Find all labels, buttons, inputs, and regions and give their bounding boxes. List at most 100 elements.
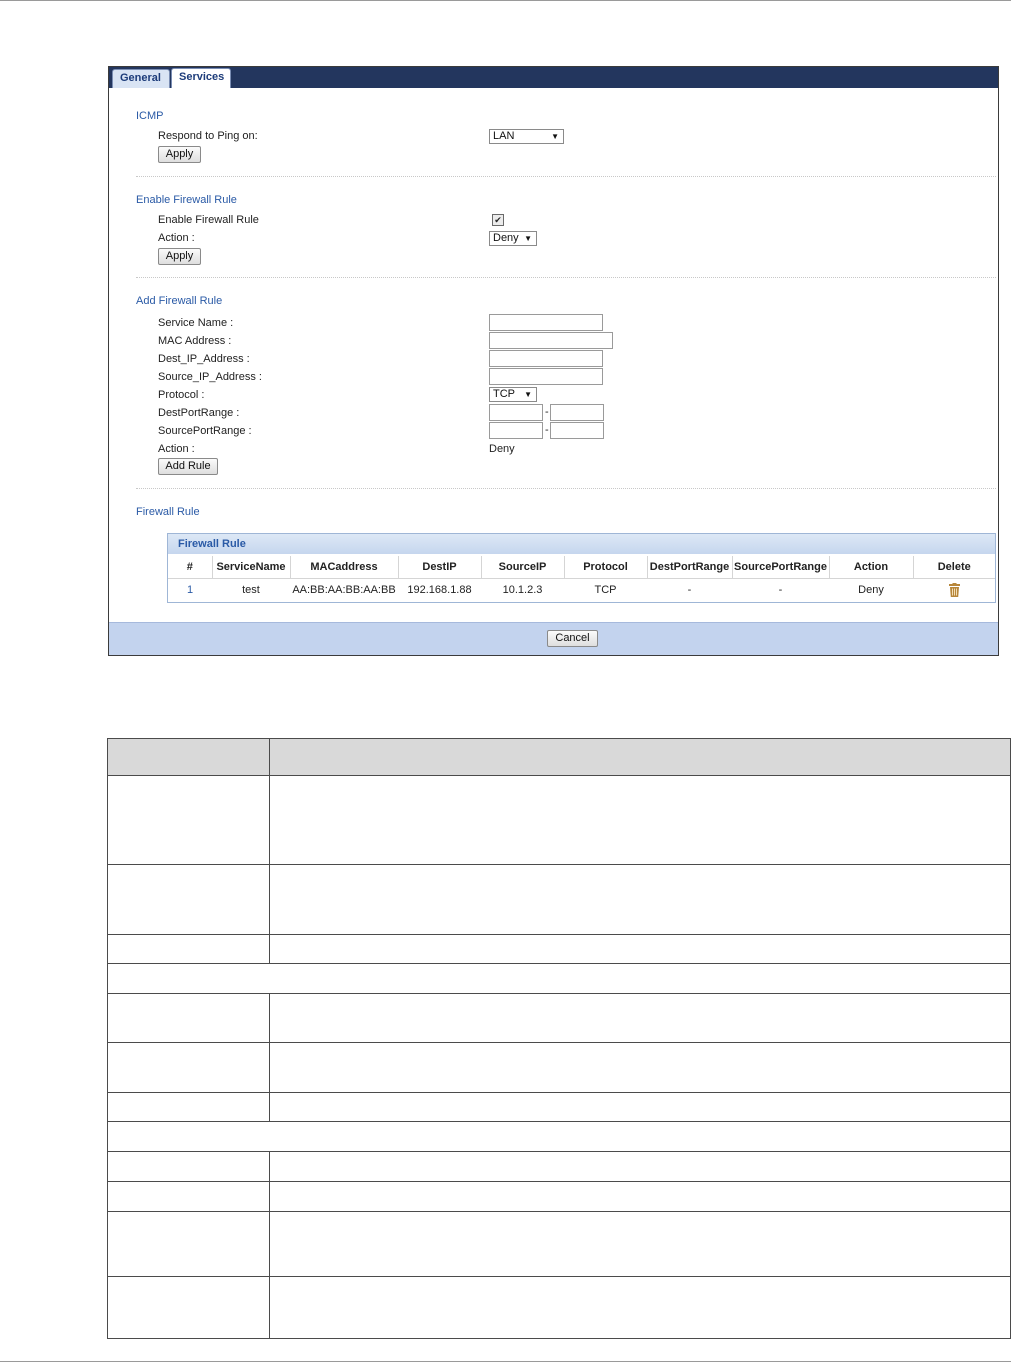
icmp-apply-button[interactable]: Apply xyxy=(158,146,201,163)
description-row xyxy=(107,775,1011,865)
description-cell xyxy=(107,775,270,865)
description-header-row xyxy=(107,738,1011,776)
rule-source-ip: 10.1.2.3 xyxy=(502,584,543,596)
rule-number: 1 xyxy=(186,584,194,596)
chevron-down-icon: ▼ xyxy=(524,390,532,399)
chevron-down-icon: ▼ xyxy=(551,132,559,141)
rule-action: Deny xyxy=(858,584,884,596)
enable-firewall-label: Enable Firewall Rule xyxy=(158,214,259,226)
mac-address-label: MAC Address : xyxy=(158,335,232,347)
dest-port-label: DestPortRange : xyxy=(158,407,240,419)
description-row xyxy=(107,1042,1011,1093)
description-row xyxy=(107,864,1011,935)
description-row xyxy=(107,1151,1011,1182)
add-firewall-title: Add Firewall Rule xyxy=(136,295,223,307)
enable-action-value: Deny xyxy=(493,232,519,244)
column-header: SourceIP xyxy=(481,556,565,579)
rule-service-name: test xyxy=(242,584,260,596)
rule-mac-address: AA:BB:AA:BB:AA:BB xyxy=(292,584,396,596)
rule-protocol: TCP xyxy=(594,584,617,596)
section-divider xyxy=(136,176,996,177)
table-row: 1 test AA:BB:AA:BB:AA:BB 192.168.1.88 10… xyxy=(168,579,995,602)
description-row xyxy=(107,993,1011,1043)
description-header-cell xyxy=(107,738,270,776)
respond-to-ping-label: Respond to Ping on: xyxy=(158,130,258,142)
description-section-row xyxy=(107,1121,1011,1152)
icmp-title: ICMP xyxy=(136,110,164,122)
description-cell xyxy=(269,1276,1011,1339)
description-row xyxy=(107,1181,1011,1212)
add-rule-button[interactable]: Add Rule xyxy=(158,458,218,475)
description-cell xyxy=(107,864,270,935)
trash-icon[interactable] xyxy=(948,583,960,597)
rule-dest-ip: 192.168.1.88 xyxy=(407,584,472,596)
protocol-label: Protocol : xyxy=(158,389,205,401)
mac-address-input[interactable] xyxy=(489,332,613,349)
cancel-button[interactable]: Cancel xyxy=(547,630,598,647)
firewall-rule-panel: Firewall Rule # ServiceName MACaddress D… xyxy=(167,533,996,603)
description-cell xyxy=(269,775,1011,865)
dest-port-end-input[interactable] xyxy=(550,404,604,421)
rule-source-port: - xyxy=(778,584,783,596)
page-top-rule xyxy=(0,0,1011,1)
column-header: MACaddress xyxy=(290,556,399,579)
description-cell xyxy=(269,864,1011,935)
enable-apply-button[interactable]: Apply xyxy=(158,248,201,265)
column-header: Action xyxy=(829,556,914,579)
description-cell xyxy=(107,1181,270,1212)
add-action-value: Deny xyxy=(489,443,515,455)
description-cell xyxy=(269,1211,1011,1277)
service-name-label: Service Name : xyxy=(158,317,234,329)
description-cell xyxy=(107,1151,270,1182)
column-header: DestIP xyxy=(398,556,482,579)
section-divider xyxy=(136,277,996,278)
footer-bar: Cancel xyxy=(109,622,998,655)
description-cell xyxy=(107,993,270,1043)
protocol-select[interactable]: TCP ▼ xyxy=(489,387,537,402)
description-cell xyxy=(107,934,270,964)
enable-firewall-checkbox[interactable]: ✔ xyxy=(492,214,504,226)
description-table xyxy=(107,738,1011,1339)
description-section-row xyxy=(107,963,1011,994)
description-cell xyxy=(107,1211,270,1277)
description-cell xyxy=(107,1042,270,1093)
source-port-end-input[interactable] xyxy=(550,422,604,439)
source-ip-input[interactable] xyxy=(489,368,603,385)
description-row xyxy=(107,934,1011,964)
table-header-row: # ServiceName MACaddress DestIP SourceIP… xyxy=(168,556,995,579)
column-header: Protocol xyxy=(564,556,648,579)
description-cell xyxy=(107,1276,270,1339)
page-bottom-rule xyxy=(0,1361,1011,1362)
column-header: Delete xyxy=(913,556,995,579)
description-row xyxy=(107,1211,1011,1277)
dest-ip-input[interactable] xyxy=(489,350,603,367)
description-section-cell xyxy=(107,963,1011,994)
source-port-label: SourcePortRange : xyxy=(158,425,252,437)
firewall-rule-table: # ServiceName MACaddress DestIP SourceIP… xyxy=(168,556,995,601)
description-section-cell xyxy=(107,1121,1011,1152)
protocol-value: TCP xyxy=(493,388,515,400)
tab-general[interactable]: General xyxy=(112,69,170,88)
dest-port-start-input[interactable] xyxy=(489,404,543,421)
enable-action-select[interactable]: Deny ▼ xyxy=(489,231,537,246)
description-row xyxy=(107,1276,1011,1339)
services-screen: General Services ICMP Respond to Ping on… xyxy=(108,66,999,656)
column-header: # xyxy=(168,556,213,579)
service-name-input[interactable] xyxy=(489,314,603,331)
source-ip-label: Source_IP_Address : xyxy=(158,371,262,383)
firewall-rule-panel-title: Firewall Rule xyxy=(168,534,995,554)
description-cell xyxy=(269,1181,1011,1212)
column-header: ServiceName xyxy=(212,556,291,579)
description-cell xyxy=(269,1151,1011,1182)
source-port-start-input[interactable] xyxy=(489,422,543,439)
description-cell xyxy=(107,1092,270,1122)
description-cell xyxy=(269,1092,1011,1122)
respond-to-ping-select[interactable]: LAN ▼ xyxy=(489,129,564,144)
tab-services[interactable]: Services xyxy=(171,68,231,88)
description-cell xyxy=(269,1042,1011,1093)
range-separator: - xyxy=(545,424,549,436)
description-row xyxy=(107,1092,1011,1122)
firewall-rule-title: Firewall Rule xyxy=(136,506,200,518)
dest-ip-label: Dest_IP_Address : xyxy=(158,353,250,365)
range-separator: - xyxy=(545,406,549,418)
